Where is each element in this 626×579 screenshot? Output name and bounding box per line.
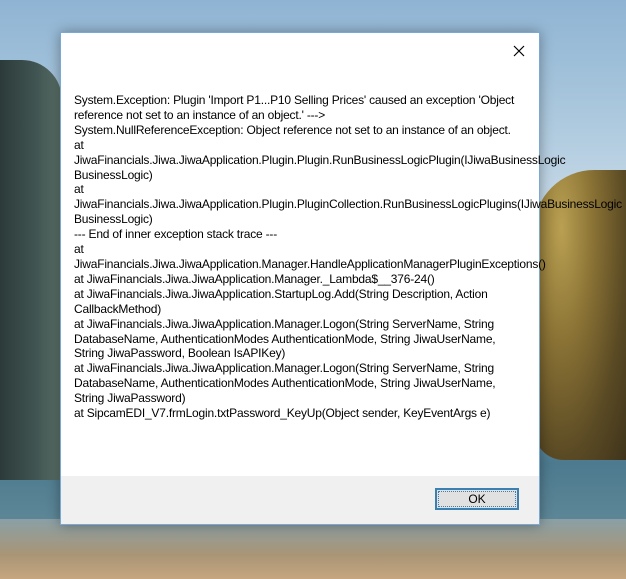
close-icon: [513, 45, 525, 57]
dialog-footer: OK: [61, 476, 539, 524]
error-dialog: System.Exception: Plugin 'Import P1...P1…: [60, 32, 622, 525]
wallpaper-beach: [0, 519, 626, 579]
wallpaper-rock-left: [0, 60, 62, 480]
wallpaper-rock-arch: [534, 170, 626, 460]
ok-button[interactable]: OK: [435, 488, 519, 510]
exception-message: System.Exception: Plugin 'Import P1...P1…: [74, 93, 622, 421]
close-button[interactable]: [505, 39, 533, 63]
